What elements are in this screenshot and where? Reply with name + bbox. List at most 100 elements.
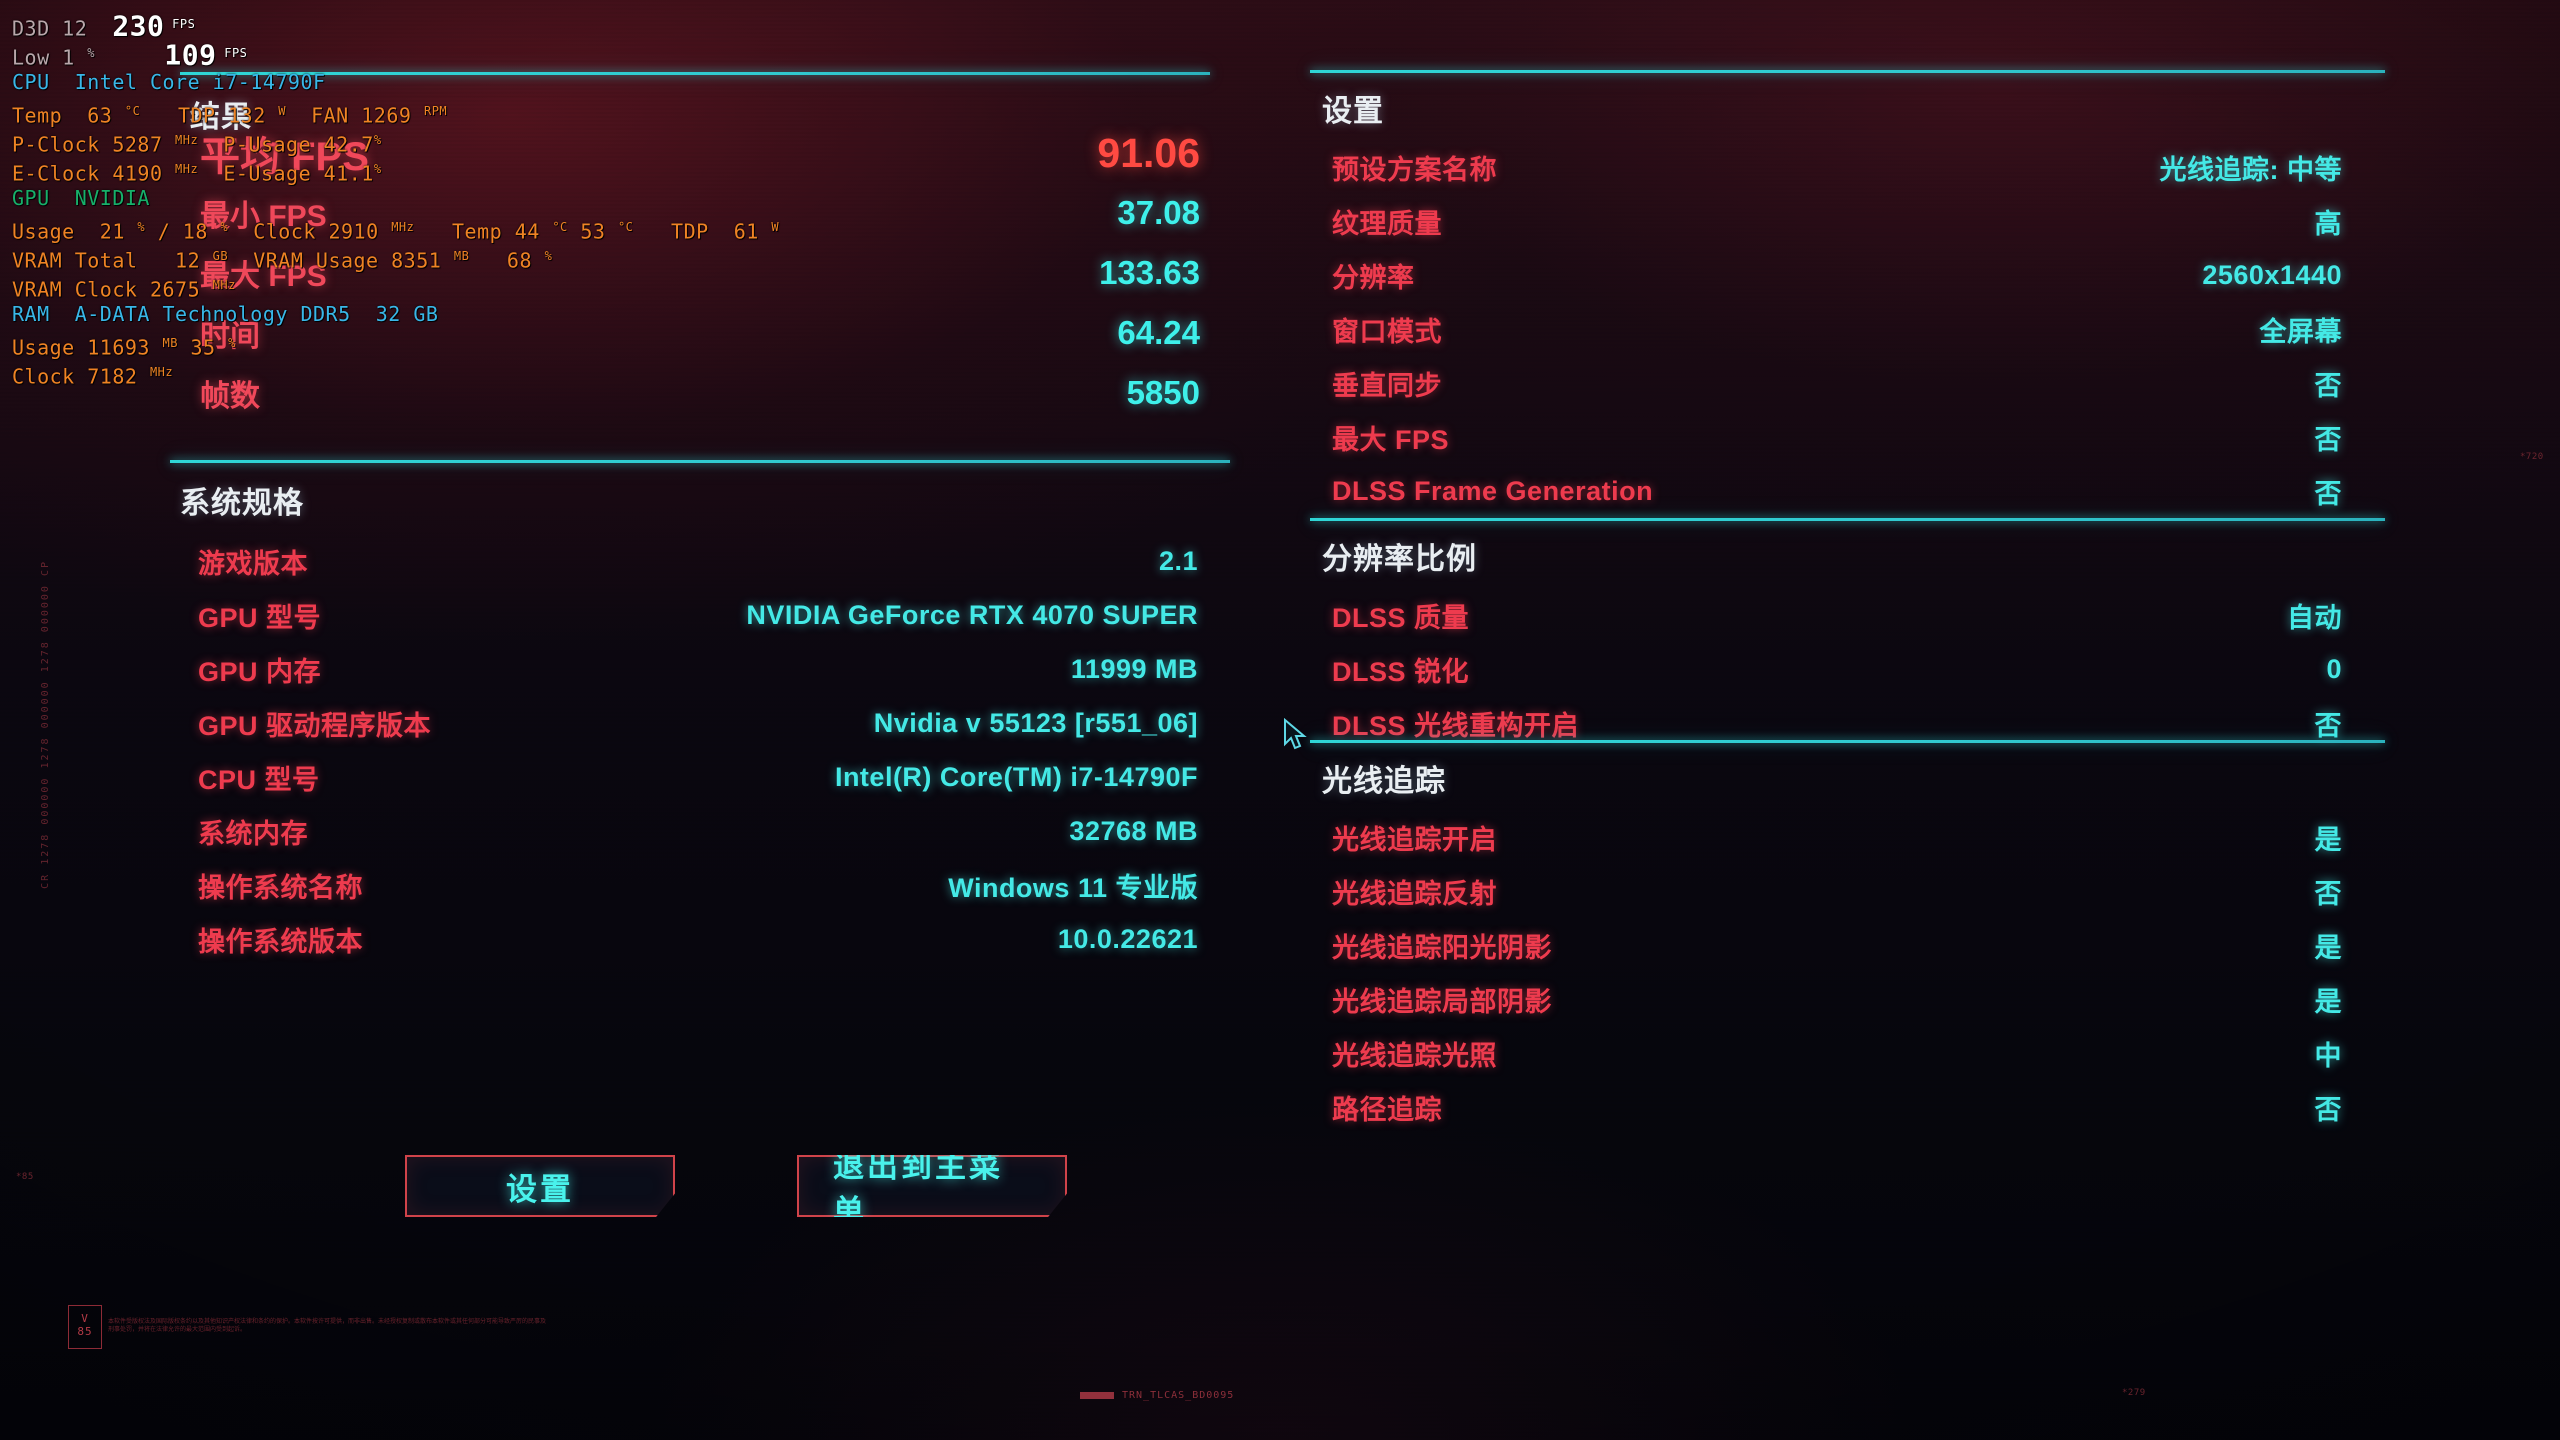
dlss-setting-label: DLSS 光线重构开启: [1332, 710, 1580, 741]
osd-line: D3D 12 230 FPS: [12, 10, 779, 41]
spec-row: 系统内存 32768 MB: [198, 804, 1198, 858]
decorative-version-badge: V 85: [68, 1305, 102, 1349]
osd-segment: MB: [162, 336, 178, 350]
ray-tracing-setting-label: 光线追踪阳光阴影: [1332, 932, 1552, 963]
osd-line: VRAM Clock 2675 MHz: [12, 271, 779, 302]
osd-line: Usage 21 % / 18 % Clock 2910 MHz Temp 44…: [12, 213, 779, 244]
osd-segment: Clock 2910: [228, 219, 392, 244]
osd-segment: °C: [124, 104, 141, 118]
dlss-setting-label: DLSS 质量: [1332, 602, 1470, 633]
osd-line: CPU Intel Core i7-14790F: [12, 68, 779, 97]
osd-line: VRAM Total 12 GB VRAM Usage 8351 MB 68 %: [12, 242, 779, 273]
osd-line: Usage 11693 MB 35 %: [12, 329, 779, 360]
osd-segment: D3D 12: [12, 16, 113, 41]
ray-tracing-setting-row[interactable]: 光线追踪反射 否: [1332, 864, 2342, 918]
ray-tracing-setting-value: 中: [2314, 1040, 2342, 1071]
spec-label: GPU 型号: [198, 602, 322, 633]
game-benchmark-results-screen: D3D 12 230 FPS Low 1 % 109 FPS CPU Intel C…: [0, 0, 2560, 1440]
osd-segment: Temp 44: [414, 219, 553, 244]
setting-row[interactable]: 垂直同步 否: [1332, 356, 2342, 410]
osd-segment: W: [278, 104, 287, 118]
ray-tracing-setting-label: 光线追踪反射: [1332, 878, 1497, 909]
ray-tracing-setting-label: 光线追踪开启: [1332, 824, 1497, 855]
setting-label: 最大 FPS: [1332, 424, 1450, 455]
ray-tracing-divider: [1310, 740, 2385, 743]
osd-segment: 35: [177, 335, 229, 360]
result-value: 133.63: [1099, 254, 1200, 291]
spec-value: 11999 MB: [1070, 653, 1198, 684]
decorative-legal-text: 本软件受版权法及国际版权条约以及其他知识产权法律和条约的保护。本软件按许可提供，…: [108, 1318, 547, 1333]
spec-value: 2.1: [1158, 545, 1198, 576]
dlss-title: 分辨率比例: [1322, 543, 1477, 576]
spec-row: 操作系统版本 10.0.22621: [198, 912, 1198, 966]
spec-label: CPU 型号: [198, 764, 320, 795]
decorative-corner-code-left: *85: [16, 1172, 34, 1182]
osd-segment: CPU Intel Core i7-14790F: [12, 70, 326, 94]
setting-value: 光线追踪: 中等: [2159, 154, 2342, 185]
action-buttons: 设置 退出到主菜单: [405, 1155, 1067, 1217]
osd-segment: %: [87, 46, 95, 60]
dlss-setting-row[interactable]: DLSS 质量 自动: [1332, 588, 2342, 642]
osd-segment: Usage 21: [12, 219, 138, 244]
setting-row[interactable]: 分辨率 2560x1440: [1332, 248, 2342, 302]
dlss-setting-label: DLSS 锐化: [1332, 656, 1470, 687]
osd-segment: VRAM Usage 8351: [228, 248, 454, 273]
spec-value: Intel(R) Core(TM) i7-14790F: [834, 761, 1198, 792]
settings-button[interactable]: 设置: [405, 1155, 675, 1217]
osd-line: Clock 7182 MHz: [12, 358, 779, 389]
result-value: 64.24: [1117, 314, 1200, 351]
osd-segment: RPM: [423, 104, 448, 118]
osd-segment: %: [373, 162, 382, 176]
dlss-setting-row[interactable]: DLSS 锐化 0: [1332, 642, 2342, 696]
dlss-setting-value: 自动: [2287, 602, 2342, 633]
spec-label: 操作系统名称: [198, 872, 363, 903]
setting-value: 否: [2314, 478, 2342, 509]
spec-label: 游戏版本: [198, 548, 308, 579]
osd-line: E-Clock 4190 MHz E-Usage 41.1%: [12, 155, 779, 186]
osd-segment: FPS: [216, 46, 248, 60]
dlss-divider: [1310, 518, 2385, 521]
osd-segment: MB: [453, 249, 470, 263]
osd-segment: / 18: [145, 219, 221, 244]
osd-segment: %: [137, 220, 146, 234]
setting-row[interactable]: 最大 FPS 否: [1332, 410, 2342, 464]
ray-tracing-setting-row[interactable]: 光线追踪阳光阴影 是: [1332, 918, 2342, 972]
decorative-bottom-code-text: TRN_TLCAS_BD0095: [1122, 1390, 1235, 1401]
ray-tracing-setting-value: 是: [2314, 824, 2342, 855]
osd-segment: GPU NVIDIA: [12, 186, 150, 210]
setting-row[interactable]: 窗口模式 全屏幕: [1332, 302, 2342, 356]
ray-tracing-setting-row[interactable]: 光线追踪光照 中: [1332, 1026, 2342, 1080]
osd-segment: 53: [567, 219, 618, 244]
osd-segment: GB: [212, 249, 229, 263]
setting-row[interactable]: 预设方案名称 光线追踪: 中等: [1332, 140, 2342, 194]
result-value: 37.08: [1117, 194, 1200, 231]
osd-segment: RAM A-DATA Technology DDR5 32 GB: [12, 302, 439, 326]
ray-tracing-setting-value: 否: [2314, 1094, 2342, 1125]
specs-divider: [170, 460, 1230, 463]
settings-divider: [1310, 70, 2385, 73]
decorative-corner-code-bottom: *279: [2122, 1388, 2146, 1398]
osd-segment: MHz: [175, 162, 199, 176]
osd-line: Low 1 % 109 FPS: [12, 39, 779, 70]
setting-label: 分辨率: [1332, 262, 1415, 293]
ray-tracing-setting-row[interactable]: 光线追踪开启 是: [1332, 810, 2342, 864]
osd-segment: Clock 7182: [12, 364, 150, 389]
osd-segment: %: [228, 336, 236, 350]
setting-row[interactable]: DLSS Frame Generation 否: [1332, 464, 2342, 518]
decorative-bar: [1080, 1392, 1114, 1399]
setting-row[interactable]: 纹理质量 高: [1332, 194, 2342, 248]
exit-to-main-menu-button[interactable]: 退出到主菜单: [797, 1155, 1067, 1217]
osd-line: GPU NVIDIA: [12, 184, 779, 213]
setting-label: 预设方案名称: [1332, 154, 1497, 185]
spec-value: 10.0.22621: [1057, 923, 1198, 954]
osd-segment: °C: [617, 220, 634, 234]
ray-tracing-panel: 光线追踪 光线追踪开启是光线追踪反射否光线追踪阳光阴影是光线追踪局部阴影是光线追…: [1310, 740, 2385, 1140]
resolution-scaling-panel: 分辨率比例 DLSS 质量 自动 DLSS 锐化 0 DLSS 光线重构开启 否: [1310, 518, 2385, 741]
ray-tracing-setting-row[interactable]: 路径追踪 否: [1332, 1080, 2342, 1134]
ray-tracing-setting-value: 否: [2314, 878, 2342, 909]
ray-tracing-setting-row[interactable]: 光线追踪局部阴影 是: [1332, 972, 2342, 1026]
osd-segment: MHz: [212, 278, 236, 292]
osd-segment: MHz: [149, 365, 174, 379]
setting-label: 纹理质量: [1332, 208, 1442, 239]
osd-segment: %: [373, 133, 382, 147]
